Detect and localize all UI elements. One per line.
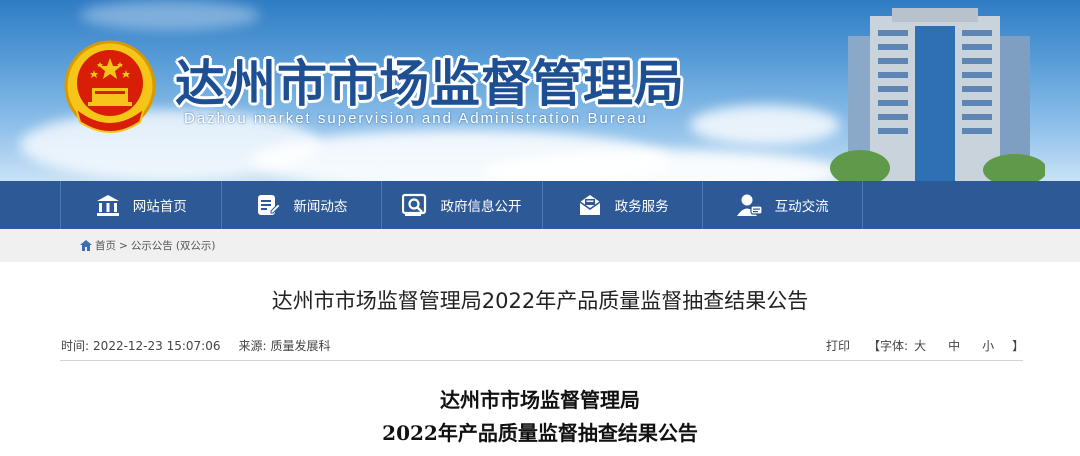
nav-item-news[interactable]: 新闻动态 xyxy=(220,181,382,229)
font-size-small-button[interactable]: 小 xyxy=(982,337,994,354)
main-nav: 网站首页 新闻动态 政府信息公开 政务服务 互动交流 xyxy=(0,181,1080,229)
breadcrumb-section-link[interactable]: 公示公告 xyxy=(131,238,173,253)
home-icon xyxy=(80,239,92,252)
breadcrumb-subsection: (双公示) xyxy=(175,240,216,252)
nav-item-services[interactable]: 政务服务 xyxy=(541,181,703,229)
print-button[interactable]: 打印 xyxy=(826,337,850,354)
office-building-illustration xyxy=(830,8,1045,181)
breadcrumb-bar: 首页 > 公示公告 (双公示) xyxy=(0,229,1080,262)
breadcrumb-home-link[interactable]: 首页 xyxy=(95,238,116,253)
breadcrumb-separator: > xyxy=(119,239,128,252)
cloud-decoration xyxy=(690,105,840,145)
article-meta: 时间: 2022-12-23 15:07:06 来源: 质量发展科 xyxy=(61,337,335,354)
service-envelope-icon xyxy=(577,192,603,218)
document-heading-line1: 达州市市场监督管理局 xyxy=(440,388,640,412)
home-building-icon xyxy=(95,192,121,218)
nav-item-interaction[interactable]: 互动交流 xyxy=(702,181,863,229)
info-disclosure-icon xyxy=(402,192,428,218)
source-label: 来源: xyxy=(238,339,267,353)
nav-item-home[interactable]: 网站首页 xyxy=(60,181,221,229)
nav-item-label: 政务服务 xyxy=(614,199,669,215)
news-document-icon xyxy=(255,192,281,218)
font-size-bracket: 】 xyxy=(1012,339,1025,353)
site-subtitle-en: Dazhou market supervision and Administra… xyxy=(184,110,648,127)
site-banner: 达州市市场监督管理局 Dazhou market supervision and… xyxy=(0,0,1080,181)
nav-item-label: 政府信息公开 xyxy=(440,199,522,215)
nav-item-label: 新闻动态 xyxy=(293,199,348,215)
document-heading: 达州市市场监督管理局 2022年产品质量监督抽查结果公告 xyxy=(0,384,1080,450)
nav-item-label: 网站首页 xyxy=(132,199,187,215)
document-heading-line2: 2022年产品质量监督抽查结果公告 xyxy=(382,421,698,445)
article-tools: 打印 【字体: 大 中 小 】 xyxy=(826,337,1024,354)
interaction-user-icon xyxy=(736,192,763,218)
time-label: 时间: xyxy=(61,339,90,353)
publish-time: 2022-12-23 15:07:06 xyxy=(93,339,221,353)
nav-item-label: 互动交流 xyxy=(774,199,829,215)
national-emblem-icon xyxy=(64,40,156,133)
article-title: 达州市市场监督管理局2022年产品质量监督抽查结果公告 xyxy=(271,289,809,313)
font-size-label: 【字体: xyxy=(868,339,909,353)
nav-item-gov-info[interactable]: 政府信息公开 xyxy=(381,181,542,229)
breadcrumb: 首页 > 公示公告 (双公示) xyxy=(80,238,216,253)
source-value: 质量发展科 xyxy=(270,339,331,353)
cloud-decoration xyxy=(80,0,260,30)
font-size-large-button[interactable]: 大 xyxy=(914,337,926,354)
font-size-medium-button[interactable]: 中 xyxy=(948,337,960,354)
site-title: 达州市市场监督管理局 xyxy=(175,55,685,113)
divider xyxy=(60,360,1023,361)
